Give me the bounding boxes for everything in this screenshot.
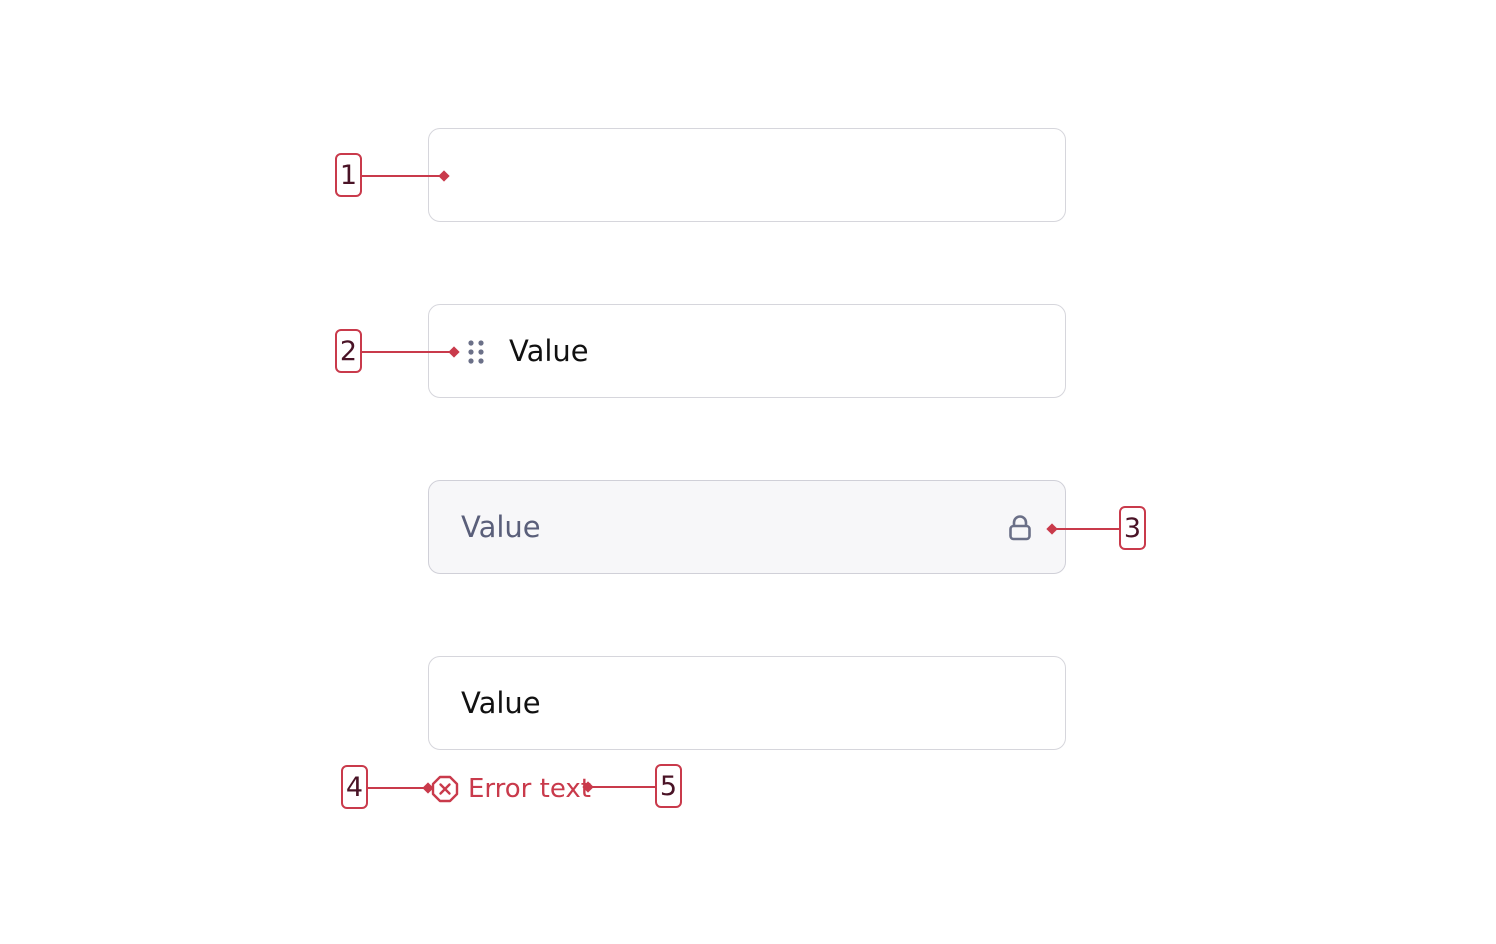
draggable-field-value: Value — [509, 334, 589, 368]
annotation-marker-1: 1 — [335, 153, 362, 197]
annotation-leader-3 — [1052, 528, 1120, 530]
error-field-value: Value — [461, 686, 541, 720]
annotation-leader-4 — [368, 787, 428, 789]
annotation-marker-2: 2 — [335, 329, 362, 373]
annotation-leader-5 — [588, 786, 656, 788]
locked-field: Value — [428, 480, 1066, 574]
error-octagon-icon — [431, 775, 459, 803]
annotation-marker-5: 5 — [655, 764, 682, 808]
lock-icon — [1009, 515, 1031, 541]
draggable-field[interactable]: Value — [428, 304, 1066, 398]
error-field[interactable]: Value — [428, 656, 1066, 750]
annotation-leader-1 — [362, 175, 444, 177]
error-text: Error text — [468, 774, 591, 804]
annotation-marker-4: 4 — [341, 765, 368, 809]
annotation-marker-3: 3 — [1119, 506, 1146, 550]
grip-dots-icon[interactable] — [467, 339, 485, 365]
empty-field[interactable] — [428, 128, 1066, 222]
annotation-leader-2 — [362, 351, 454, 353]
locked-field-value: Value — [461, 510, 541, 544]
